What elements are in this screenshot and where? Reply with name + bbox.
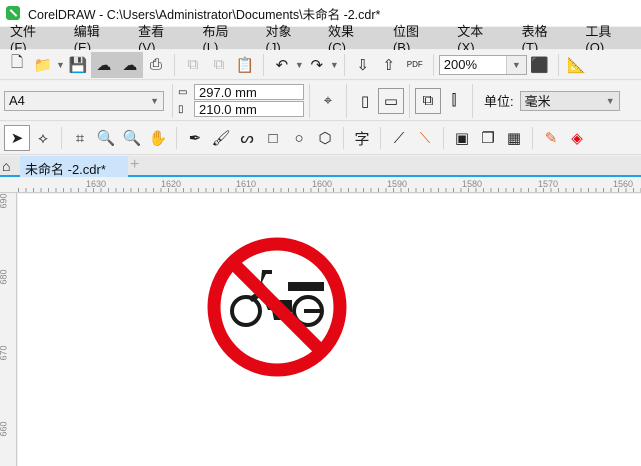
print-icon[interactable]: ⎙ bbox=[143, 52, 169, 78]
export-icon[interactable]: ⇧ bbox=[376, 52, 402, 78]
vertical-ruler[interactable]: 690 680 670 660 bbox=[0, 193, 17, 466]
window-title: CorelDRAW - C:\Users\Administrator\Docum… bbox=[28, 7, 381, 22]
drawing-canvas[interactable] bbox=[18, 194, 641, 466]
page-size-select[interactable]: A4 ▼ bbox=[4, 90, 164, 111]
crop-tool-icon[interactable]: ⌗ bbox=[67, 125, 93, 151]
units-label: 单位: bbox=[484, 94, 514, 109]
shape-tool-icon[interactable]: ⟡ bbox=[30, 125, 56, 151]
pan-tool-icon[interactable]: ✋ bbox=[145, 125, 171, 151]
ellipse-tool-icon[interactable]: ○ bbox=[286, 125, 312, 151]
fill-tool-icon[interactable]: ◈ bbox=[564, 125, 590, 151]
cut-icon[interactable]: ⧉ bbox=[180, 52, 206, 78]
pen-tool-icon[interactable]: ✒ bbox=[182, 125, 208, 151]
save-icon[interactable]: 💾 bbox=[65, 52, 91, 78]
units-select[interactable]: 毫米 ▼ bbox=[519, 90, 620, 111]
cloud-upload-icon[interactable]: ☁ bbox=[116, 51, 143, 78]
current-page-icon[interactable]: ⫿ bbox=[441, 88, 467, 114]
page-width-icon: ▭ bbox=[178, 86, 188, 98]
property-bar: A4 ▼ ▭ 297.0 mm ▯ 210.0 mm ⌖ ▯ ▭ ⧉ ⫿ 单位: 毫米… bbox=[0, 81, 641, 121]
full-screen-icon[interactable]: ⬛ bbox=[527, 52, 553, 78]
brush-tool-icon[interactable]: 🖌 bbox=[208, 125, 234, 151]
copy-icon[interactable]: ⧉ bbox=[206, 52, 232, 78]
home-icon[interactable]: ⌂ bbox=[2, 158, 10, 174]
standard-toolbar: 🗋 📁 ▼ 💾 ☁ ☁ ⎙ ⧉ ⧉ 📋 ↶ ▼ ↷ ▼ ⇩ ⇧ PDF 200% ▼ ⬛… bbox=[0, 50, 641, 80]
object-origin-icon[interactable]: ⌖ bbox=[315, 88, 341, 114]
document-tabs: ⌂ 未命名 -2.cdr* + bbox=[0, 156, 641, 177]
open-folder-icon[interactable]: 📁 bbox=[30, 52, 56, 78]
new-tab-icon[interactable]: + bbox=[130, 156, 139, 174]
toolbox: ➤ ⟡ ⌗ 🔍 🔍 ✋ ✒ 🖌 ᔕ □ ○ ⬡ 字 ⟋ ⟍ ▣ ❐ ▦ ✎ ◈ bbox=[0, 122, 641, 155]
page-height-icon: ▯ bbox=[178, 103, 184, 115]
dimension-tool-icon[interactable]: ⟋ bbox=[386, 125, 412, 151]
page-height-input[interactable]: 210.0 mm bbox=[194, 101, 304, 117]
eyedropper-icon[interactable]: ✎ bbox=[538, 125, 564, 151]
no-motorcycles-sign[interactable] bbox=[206, 236, 348, 378]
cloud-download-icon[interactable]: ☁ bbox=[90, 51, 117, 78]
zoom-tool-icon[interactable]: 🔍 bbox=[93, 125, 119, 151]
portrait-icon[interactable]: ▯ bbox=[352, 88, 378, 114]
all-pages-icon[interactable]: ⧉ bbox=[415, 87, 441, 114]
redo-icon[interactable]: ↷ bbox=[304, 52, 330, 78]
coreldraw-logo-icon bbox=[6, 6, 20, 20]
transparency-icon[interactable]: ▦ bbox=[501, 125, 527, 151]
connector-tool-icon[interactable]: ⟍ bbox=[412, 125, 438, 151]
contour-tool-icon[interactable]: ▣ bbox=[449, 125, 475, 151]
pick-tool-icon[interactable]: ➤ bbox=[4, 125, 30, 151]
landscape-icon[interactable]: ▭ bbox=[378, 87, 404, 114]
publish-pdf-icon[interactable]: PDF bbox=[402, 52, 428, 78]
spiral-tool-icon[interactable]: ᔕ bbox=[234, 125, 260, 151]
undo-icon[interactable]: ↶ bbox=[269, 52, 295, 78]
menu-bar: 文件(F) 编辑(E) 查看(V) 布局(L) 对象(J) 效果(C) 位图(B… bbox=[0, 24, 641, 55]
tab-document[interactable]: 未命名 -2.cdr* bbox=[20, 156, 128, 177]
text-tool-icon[interactable]: 字 bbox=[349, 125, 375, 151]
import-icon[interactable]: ⇩ bbox=[350, 52, 376, 78]
rulers-icon[interactable]: 📐 bbox=[564, 52, 590, 78]
drop-shadow-icon[interactable]: ❐ bbox=[475, 125, 501, 151]
paste-icon[interactable]: 📋 bbox=[232, 52, 258, 78]
page-width-input[interactable]: 297.0 mm bbox=[194, 84, 304, 100]
polygon-tool-icon[interactable]: ⬡ bbox=[312, 125, 338, 151]
horizontal-ruler[interactable]: 1630 1620 1610 1600 1590 1580 1570 1560 bbox=[0, 178, 641, 193]
new-document-icon[interactable]: 🗋 bbox=[4, 52, 30, 78]
rectangle-tool-icon[interactable]: □ bbox=[260, 125, 286, 151]
zoom-level-select[interactable]: 200% ▼ bbox=[438, 54, 527, 75]
zoom-out-icon[interactable]: 🔍 bbox=[119, 125, 145, 151]
